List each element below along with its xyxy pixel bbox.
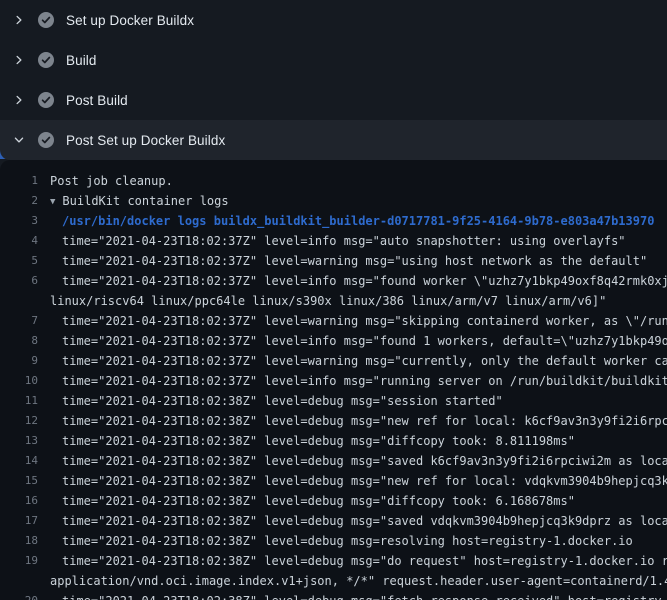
log-line: 1Post job cleanup. [0,171,667,191]
log-text: time="2021-04-23T18:02:38Z" level=debug … [38,591,667,600]
line-number[interactable]: 3 [0,211,38,231]
line-number[interactable]: 7 [0,311,38,331]
check-circle-icon [38,52,54,68]
log-text: time="2021-04-23T18:02:38Z" level=debug … [38,531,633,551]
step-list: Set up Docker Buildx Build Post Build [0,0,667,160]
log-line: 7time="2021-04-23T18:02:37Z" level=warni… [0,311,667,331]
log-group-line: 2 ▼ BuildKit container logs [0,191,667,211]
check-circle-icon [38,92,54,108]
log-line: 6time="2021-04-23T18:02:37Z" level=info … [0,271,667,291]
log-text: time="2021-04-23T18:02:37Z" level=info m… [38,271,667,291]
log-line: 20time="2021-04-23T18:02:38Z" level=debu… [0,591,667,600]
line-number[interactable]: 1 [0,171,38,191]
chevron-down-icon [12,134,25,147]
log-text: time="2021-04-23T18:02:37Z" level=warnin… [38,251,647,271]
log-line: 5time="2021-04-23T18:02:37Z" level=warni… [0,251,667,271]
log-text: time="2021-04-23T18:02:38Z" level=debug … [38,411,667,431]
log-line: 12time="2021-04-23T18:02:38Z" level=debu… [0,411,667,431]
log-text: time="2021-04-23T18:02:37Z" level=info m… [38,231,626,251]
line-number [0,291,38,311]
log-line: 13time="2021-04-23T18:02:38Z" level=debu… [0,431,667,451]
log-line: 11time="2021-04-23T18:02:38Z" level=debu… [0,391,667,411]
log-text: time="2021-04-23T18:02:38Z" level=debug … [38,511,667,531]
check-circle-icon [38,12,54,28]
log-text: linux/riscv64 linux/ppc64le linux/s390x … [38,291,606,311]
step-title: Build [66,53,97,68]
log-line: 8time="2021-04-23T18:02:37Z" level=info … [0,331,667,351]
line-number[interactable]: 17 [0,511,38,531]
line-number[interactable]: 14 [0,451,38,471]
log-text: time="2021-04-23T18:02:38Z" level=debug … [38,471,667,491]
log-panel: 1Post job cleanup. 2 ▼ BuildKit container … [0,160,667,600]
line-number[interactable]: 19 [0,551,38,571]
log-line: 17time="2021-04-23T18:02:38Z" level=debu… [0,511,667,531]
line-number[interactable]: 9 [0,351,38,371]
step-row-post-build[interactable]: Post Build [0,80,667,120]
line-number [0,571,38,591]
step-title: Post Build [66,93,128,108]
log-line: 16time="2021-04-23T18:02:38Z" level=debu… [0,491,667,511]
step-row-post-setup-docker-buildx[interactable]: Post Set up Docker Buildx [0,120,667,160]
log-line-wrapped: linux/riscv64 linux/ppc64le linux/s390x … [0,291,667,311]
check-circle-icon [38,132,54,148]
log-group-title: BuildKit container logs [62,194,228,208]
log-line: 18time="2021-04-23T18:02:38Z" level=debu… [0,531,667,551]
step-title: Set up Docker Buildx [66,13,194,28]
line-number[interactable]: 10 [0,371,38,391]
log-command-text: /usr/bin/docker logs buildx_buildkit_bui… [38,211,654,231]
log-line: 4time="2021-04-23T18:02:37Z" level=info … [0,231,667,251]
line-number[interactable]: 18 [0,531,38,551]
chevron-right-icon [12,14,25,27]
step-title: Post Set up Docker Buildx [66,133,225,148]
step-row-build[interactable]: Build [0,40,667,80]
line-number[interactable]: 16 [0,491,38,511]
step-row-setup-docker-buildx[interactable]: Set up Docker Buildx [0,0,667,40]
log-text: time="2021-04-23T18:02:37Z" level=warnin… [38,311,667,331]
line-number[interactable]: 8 [0,331,38,351]
actions-log-viewer: Set up Docker Buildx Build Post Build [0,0,667,600]
triangle-down-icon: ▼ [50,192,55,211]
log-text: time="2021-04-23T18:02:38Z" level=debug … [38,491,575,511]
log-text: application/vnd.oci.image.index.v1+json,… [38,571,667,591]
log-text: time="2021-04-23T18:02:38Z" level=debug … [38,391,503,411]
log-text: Post job cleanup. [38,171,173,191]
log-text: time="2021-04-23T18:02:37Z" level=warnin… [38,351,667,371]
line-number[interactable]: 13 [0,431,38,451]
log-text: time="2021-04-23T18:02:37Z" level=info m… [38,331,667,351]
line-number[interactable]: 11 [0,391,38,411]
line-number[interactable]: 12 [0,411,38,431]
chevron-right-icon [12,54,25,67]
log-text: time="2021-04-23T18:02:38Z" level=debug … [38,451,667,471]
line-number[interactable]: 15 [0,471,38,491]
log-text: time="2021-04-23T18:02:38Z" level=debug … [38,431,575,451]
line-number[interactable]: 4 [0,231,38,251]
line-number[interactable]: 20 [0,591,38,600]
log-line: 19time="2021-04-23T18:02:38Z" level=debu… [0,551,667,571]
log-command-line: 3/usr/bin/docker logs buildx_buildkit_bu… [0,211,667,231]
log-line: 9time="2021-04-23T18:02:37Z" level=warni… [0,351,667,371]
log-text: time="2021-04-23T18:02:37Z" level=info m… [38,371,667,391]
chevron-right-icon [12,94,25,107]
line-number[interactable]: 5 [0,251,38,271]
log-line: 15time="2021-04-23T18:02:38Z" level=debu… [0,471,667,491]
log-text: time="2021-04-23T18:02:38Z" level=debug … [38,551,667,571]
line-number[interactable]: 6 [0,271,38,291]
log-line-wrapped: application/vnd.oci.image.index.v1+json,… [0,571,667,591]
log-group-toggle[interactable]: ▼ BuildKit container logs [38,191,229,211]
log-line: 10time="2021-04-23T18:02:37Z" level=info… [0,371,667,391]
log-line: 14time="2021-04-23T18:02:38Z" level=debu… [0,451,667,471]
line-number[interactable]: 2 [0,191,38,211]
